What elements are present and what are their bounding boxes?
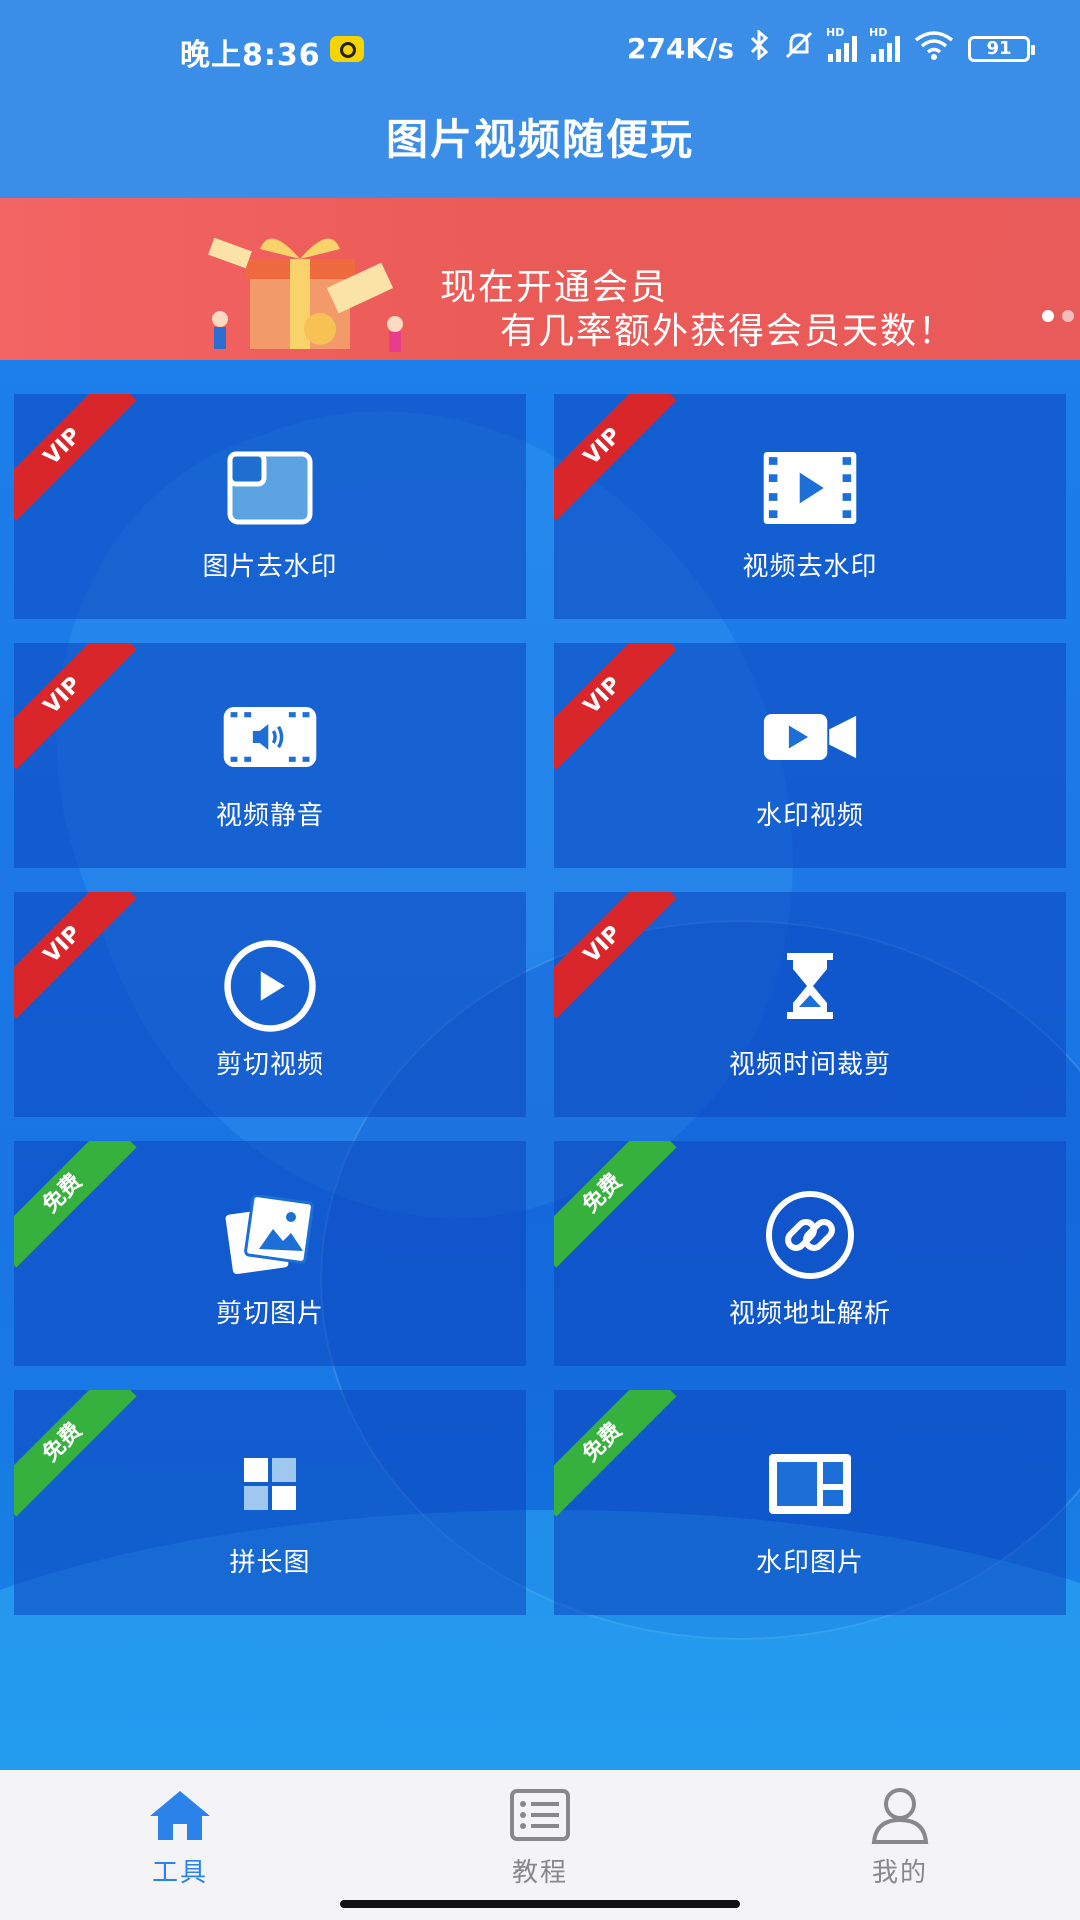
photo-stack-icon: [222, 1187, 318, 1283]
layout-panel-icon: [762, 1436, 858, 1532]
vip-badge: VIP: [14, 394, 137, 521]
tool-card-long-image-stitch[interactable]: 免费 拼长图: [14, 1390, 526, 1615]
tool-card-image-watermark-remove[interactable]: VIP 图片去水印: [14, 394, 526, 619]
banner-pager: [1042, 310, 1074, 322]
play-circle-icon: [222, 938, 318, 1034]
video-camera-icon: [762, 689, 858, 785]
tool-card-cut-video[interactable]: VIP 剪切视频: [14, 892, 526, 1117]
promo-banner[interactable]: 现在开通会员 有几率额外获得会员天数！: [0, 198, 1080, 360]
vip-badge: VIP: [14, 643, 137, 770]
link-icon: [762, 1187, 858, 1283]
free-badge: 免费: [14, 1390, 137, 1517]
pager-dot: [1042, 310, 1054, 322]
vip-badge: VIP: [554, 394, 677, 521]
nav-item-tutorial[interactable]: 教程: [360, 1770, 720, 1920]
network-speed: 274K/s: [626, 32, 734, 65]
list-doc-icon: [504, 1784, 576, 1846]
tool-label: 剪切图片: [215, 1299, 324, 1329]
signal-icon: HD: [826, 26, 857, 62]
free-badge: 免费: [554, 1390, 677, 1517]
tool-label: 视频地址解析: [728, 1299, 891, 1329]
free-badge: 免费: [14, 1141, 137, 1268]
tool-label: 水印图片: [755, 1548, 864, 1578]
status-bar: 晚上8:36 274K/s HD HD 91: [0, 0, 1080, 100]
tool-label: 拼长图: [229, 1548, 311, 1578]
signal-icon: HD: [869, 26, 900, 62]
notification-dot-icon: [330, 36, 364, 62]
gift-box-illustration-icon: [208, 237, 403, 352]
tool-card-watermark-image[interactable]: 免费 水印图片: [554, 1390, 1066, 1615]
mute-bell-icon: [784, 30, 814, 67]
battery-icon: 91: [968, 35, 1035, 62]
wifi-icon: [914, 30, 954, 67]
hourglass-icon: [762, 938, 858, 1034]
tool-card-video-time-trim[interactable]: VIP 视频时间裁剪: [554, 892, 1066, 1117]
page-title: 图片视频随便玩: [385, 115, 694, 164]
status-time: 晚上8:36: [180, 38, 321, 73]
vip-badge: VIP: [554, 643, 677, 770]
tool-label: 视频去水印: [742, 552, 878, 582]
nav-label: 工具: [151, 1858, 208, 1888]
tool-card-video-mute[interactable]: VIP 视频静音: [14, 643, 526, 868]
tool-label: 图片去水印: [202, 552, 338, 582]
tool-label: 水印视频: [755, 801, 864, 831]
tool-label: 视频时间裁剪: [728, 1050, 891, 1080]
tool-card-watermark-video[interactable]: VIP 水印视频: [554, 643, 1066, 868]
home-icon: [144, 1784, 216, 1846]
nav-label: 我的: [871, 1858, 928, 1888]
banner-subline: 有几率额外获得会员天数！: [500, 311, 957, 352]
tool-label: 视频静音: [215, 801, 324, 831]
pager-dot: [1062, 310, 1074, 322]
film-play-icon: [762, 440, 858, 536]
home-indicator[interactable]: [340, 1900, 740, 1908]
free-badge: 免费: [554, 1141, 677, 1268]
app-header: 图片视频随便玩: [0, 100, 1080, 198]
mute-volume-icon: [222, 689, 318, 785]
tool-card-video-watermark-remove[interactable]: VIP 视频去水印: [554, 394, 1066, 619]
nav-label: 教程: [511, 1858, 568, 1888]
nav-item-tools[interactable]: 工具: [0, 1770, 360, 1920]
bottom-nav: 工具 教程 我的: [0, 1770, 1080, 1920]
tool-card-cut-image[interactable]: 免费 剪切图片: [14, 1141, 526, 1366]
tool-area: VIP 图片去水印 VIP 视频去水印 VIP 视频静音 VIP 水印视频 VI…: [0, 360, 1080, 1770]
bluetooth-icon: [748, 28, 770, 67]
vip-badge: VIP: [14, 892, 137, 1019]
nav-item-mine[interactable]: 我的: [720, 1770, 1080, 1920]
grid-tiles-icon: [222, 1436, 318, 1532]
tool-card-video-url-parse[interactable]: 免费 视频地址解析: [554, 1141, 1066, 1366]
user-icon: [864, 1784, 936, 1846]
tool-label: 剪切视频: [215, 1050, 324, 1080]
status-indicators: 274K/s HD HD 91: [626, 26, 1035, 67]
vip-badge: VIP: [554, 892, 677, 1019]
tool-grid: VIP 图片去水印 VIP 视频去水印 VIP 视频静音 VIP 水印视频 VI…: [14, 394, 1066, 1615]
image-frame-icon: [222, 440, 318, 536]
